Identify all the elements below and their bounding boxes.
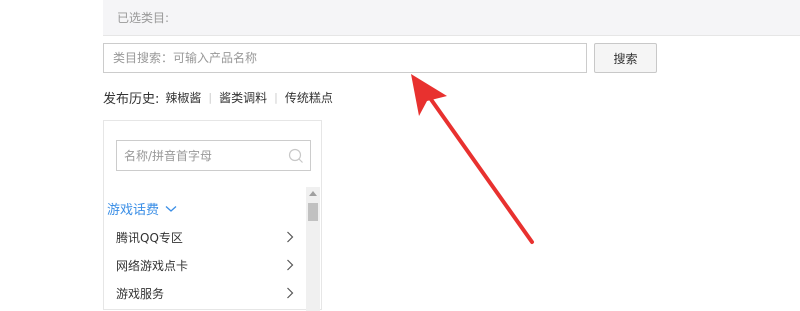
selected-category-bar: 已选类目:: [103, 0, 800, 36]
history-separator: |: [208, 91, 213, 104]
publish-history: 发布历史: 辣椒酱 | 酱类调料 | 传统糕点: [103, 88, 333, 107]
category-item[interactable]: 腾讯QQ专区: [104, 223, 304, 251]
category-item[interactable]: 游戏服务: [104, 279, 304, 307]
search-button[interactable]: 搜索: [594, 43, 657, 73]
history-item[interactable]: 传统糕点: [285, 89, 333, 106]
category-scrollbar[interactable]: [306, 187, 320, 311]
chevron-right-icon: [287, 259, 294, 271]
category-group-label: 游戏话费: [107, 203, 160, 218]
scroll-up-arrow-icon[interactable]: [309, 191, 317, 196]
category-list: 腾讯QQ专区 网络游戏点卡 游戏服务: [104, 223, 304, 307]
category-filter-box: [116, 140, 311, 171]
category-item-label: 腾讯QQ专区: [116, 230, 183, 245]
search-icon[interactable]: [288, 148, 304, 164]
scroll-thumb[interactable]: [308, 203, 318, 221]
category-search-input[interactable]: [103, 43, 587, 73]
category-panel: 游戏话费 腾讯QQ专区 网络游戏点卡 游戏服务: [103, 120, 322, 311]
selected-category-label: 已选类目:: [117, 11, 170, 25]
history-title: 发布历史:: [103, 92, 160, 107]
category-item-label: 游戏服务: [116, 286, 165, 301]
chevron-right-icon: [287, 287, 294, 299]
history-item[interactable]: 酱类调料: [219, 89, 267, 106]
category-item[interactable]: 网络游戏点卡: [104, 251, 304, 279]
category-filter-input[interactable]: [117, 141, 310, 170]
chevron-down-icon: [165, 205, 177, 212]
category-group-heading[interactable]: 游戏话费: [107, 199, 177, 218]
history-separator: |: [274, 91, 278, 104]
category-item-label: 网络游戏点卡: [116, 258, 189, 273]
chevron-right-icon: [287, 231, 294, 243]
history-item[interactable]: 辣椒酱: [165, 89, 201, 106]
